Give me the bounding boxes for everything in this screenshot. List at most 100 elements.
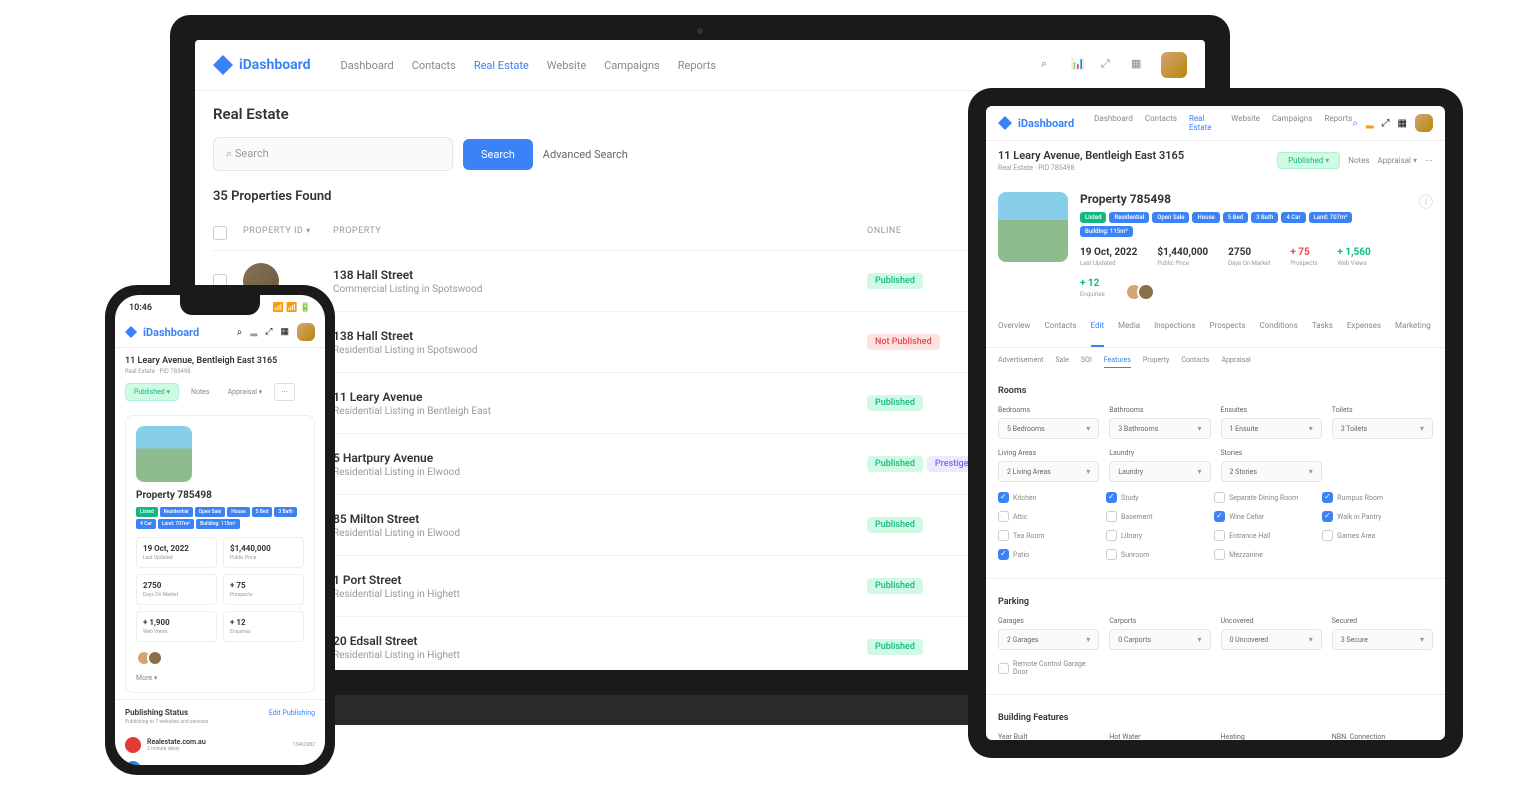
- search-icon[interactable]: ⌕: [1352, 118, 1358, 129]
- subtab-features[interactable]: Features: [1104, 356, 1131, 368]
- nav-item[interactable]: Dashboard: [1094, 114, 1133, 132]
- published-dropdown[interactable]: Published ▾: [1277, 152, 1340, 169]
- checkbox-kitchen[interactable]: Kitchen: [998, 492, 1098, 503]
- select-stories[interactable]: 2 Stories▾: [1221, 461, 1322, 482]
- user-avatar[interactable]: [1161, 52, 1187, 78]
- subtab-advertisement[interactable]: Advertisement: [998, 356, 1043, 368]
- subtab-soi[interactable]: SOI: [1081, 356, 1092, 368]
- select-bathrooms[interactable]: 3 Bathrooms▾: [1109, 418, 1210, 439]
- nav-item-reports[interactable]: Reports: [678, 59, 716, 72]
- stats-icon[interactable]: ▂: [250, 327, 257, 337]
- grid-icon[interactable]: ▦: [1131, 57, 1147, 73]
- appraisal-dropdown[interactable]: Appraisal ▾: [1378, 156, 1417, 165]
- col-property[interactable]: PROPERTY: [333, 226, 867, 240]
- info-icon[interactable]: ⓘ: [1419, 192, 1433, 301]
- subtab-contacts[interactable]: Contacts: [1181, 356, 1209, 368]
- select-living-areas[interactable]: 2 Living Areas▾: [998, 461, 1099, 482]
- nav-item-dashboard[interactable]: Dashboard: [340, 59, 393, 72]
- status-badge: Published: [867, 517, 923, 533]
- logo[interactable]: iDashboard: [998, 116, 1074, 130]
- checkbox-games-area[interactable]: Games Area: [1322, 530, 1422, 541]
- edit-publishing-link[interactable]: Edit Publishing: [269, 709, 315, 717]
- property-image: [136, 426, 192, 482]
- tab-conditions[interactable]: Conditions: [1260, 313, 1298, 347]
- more-button[interactable]: ⋯: [1425, 156, 1433, 165]
- tab-prospects[interactable]: Prospects: [1209, 313, 1245, 347]
- grid-icon[interactable]: ▦: [1398, 118, 1407, 129]
- appraisal-dropdown[interactable]: Appraisal ▾: [222, 384, 269, 400]
- checkbox-rumpus-room[interactable]: Rumpus Room: [1322, 492, 1422, 503]
- tab-tasks[interactable]: Tasks: [1312, 313, 1333, 347]
- nav-item[interactable]: Real Estate: [1189, 114, 1219, 132]
- advanced-search-link[interactable]: Advanced Search: [543, 148, 628, 161]
- subtab-sale[interactable]: Sale: [1055, 356, 1068, 368]
- subtab-appraisal[interactable]: Appraisal: [1221, 356, 1250, 368]
- subtab-property[interactable]: Property: [1143, 356, 1170, 368]
- user-avatar[interactable]: [297, 323, 315, 341]
- checkbox-walk-in-pantry[interactable]: Walk in Pantry: [1322, 511, 1422, 522]
- portal-row[interactable]: Reiwa.com.au: [125, 757, 315, 765]
- logo[interactable]: iDashboard: [125, 326, 199, 339]
- search-input[interactable]: ⌕ Search: [213, 137, 453, 171]
- more-link[interactable]: More ▾: [136, 674, 304, 682]
- select-uncovered[interactable]: 0 Uncovered▾: [1221, 629, 1322, 650]
- nav-item-website[interactable]: Website: [547, 59, 586, 72]
- avatar[interactable]: [1137, 283, 1155, 301]
- stats-icon[interactable]: ▂: [1366, 118, 1374, 129]
- select-all-checkbox[interactable]: [213, 226, 227, 240]
- select-garages[interactable]: 2 Garages▾: [998, 629, 1099, 650]
- notes-button[interactable]: Notes: [185, 384, 216, 400]
- tab-overview[interactable]: Overview: [998, 313, 1030, 347]
- published-dropdown[interactable]: Published ▾: [125, 383, 179, 401]
- nav-item[interactable]: Campaigns: [1272, 114, 1312, 132]
- search-icon[interactable]: ⌕: [237, 327, 243, 338]
- parking-check[interactable]: Remote Control Garage Door: [998, 660, 1098, 676]
- expand-icon[interactable]: ⤢: [1101, 57, 1117, 73]
- tab-media[interactable]: Media: [1118, 313, 1140, 347]
- user-avatar[interactable]: [1415, 114, 1433, 132]
- search-icon[interactable]: ⌕: [1041, 57, 1057, 73]
- portal-row[interactable]: Realestate.com.au2 minute delay13462082: [125, 733, 315, 757]
- checkbox-patio[interactable]: Patio: [998, 549, 1098, 560]
- checkbox-entrance-hall[interactable]: Entrance Hall: [1214, 530, 1314, 541]
- expand-icon[interactable]: ⤢: [1382, 118, 1390, 129]
- checkbox-attic[interactable]: Attic: [998, 511, 1098, 522]
- property-subtitle: Residential Listing in Spotswood: [333, 345, 867, 356]
- select-ensuites[interactable]: 1 Ensuite▾: [1221, 418, 1322, 439]
- tab-expenses[interactable]: Expenses: [1347, 313, 1381, 347]
- avatar[interactable]: [147, 650, 163, 666]
- stats-icon[interactable]: 📊: [1071, 57, 1087, 73]
- nav-item-contacts[interactable]: Contacts: [412, 59, 456, 72]
- checkbox-library[interactable]: Library: [1106, 530, 1206, 541]
- nav-item[interactable]: Reports: [1324, 114, 1352, 132]
- select-carports[interactable]: 0 Carports▾: [1109, 629, 1210, 650]
- notes-button[interactable]: Notes: [1348, 156, 1369, 165]
- nav-item[interactable]: Contacts: [1145, 114, 1177, 132]
- more-button[interactable]: ⋯: [274, 383, 295, 401]
- tab-inspections[interactable]: Inspections: [1154, 313, 1195, 347]
- checkbox-wine-cellar[interactable]: Wine Cellar: [1214, 511, 1314, 522]
- checkbox-tea-room[interactable]: Tea Room: [998, 530, 1098, 541]
- col-property-id[interactable]: PROPERTY ID ▾: [243, 226, 333, 240]
- tab-edit[interactable]: Edit: [1091, 313, 1105, 347]
- stat-value: + 75: [230, 581, 297, 590]
- checkbox-mezzanine[interactable]: Mezzanine: [1214, 549, 1314, 560]
- select-bedrooms[interactable]: 5 Bedrooms▾: [998, 418, 1099, 439]
- checkbox-study[interactable]: Study: [1106, 492, 1206, 503]
- search-button[interactable]: Search: [463, 139, 533, 170]
- select-toilets[interactable]: 3 Toilets▾: [1332, 418, 1433, 439]
- tab-contacts[interactable]: Contacts: [1044, 313, 1076, 347]
- checkbox-basement[interactable]: Basement: [1106, 511, 1206, 522]
- tab-marketing[interactable]: Marketing: [1395, 313, 1431, 347]
- checkbox-separate-dining-room[interactable]: Separate Dining Room: [1214, 492, 1314, 503]
- expand-icon[interactable]: ⤢: [265, 327, 272, 337]
- select-secured[interactable]: 3 Secure▾: [1332, 629, 1433, 650]
- portal-sub: 2 minute delay: [147, 746, 287, 752]
- logo[interactable]: iDashboard: [213, 55, 310, 75]
- checkbox-sunroom[interactable]: Sunroom: [1106, 549, 1206, 560]
- select-laundry[interactable]: Laundry▾: [1109, 461, 1210, 482]
- nav-item-campaigns[interactable]: Campaigns: [604, 59, 660, 72]
- nav-item[interactable]: Website: [1231, 114, 1260, 132]
- nav-item-real-estate[interactable]: Real Estate: [474, 59, 529, 72]
- grid-icon[interactable]: ▦: [280, 327, 289, 337]
